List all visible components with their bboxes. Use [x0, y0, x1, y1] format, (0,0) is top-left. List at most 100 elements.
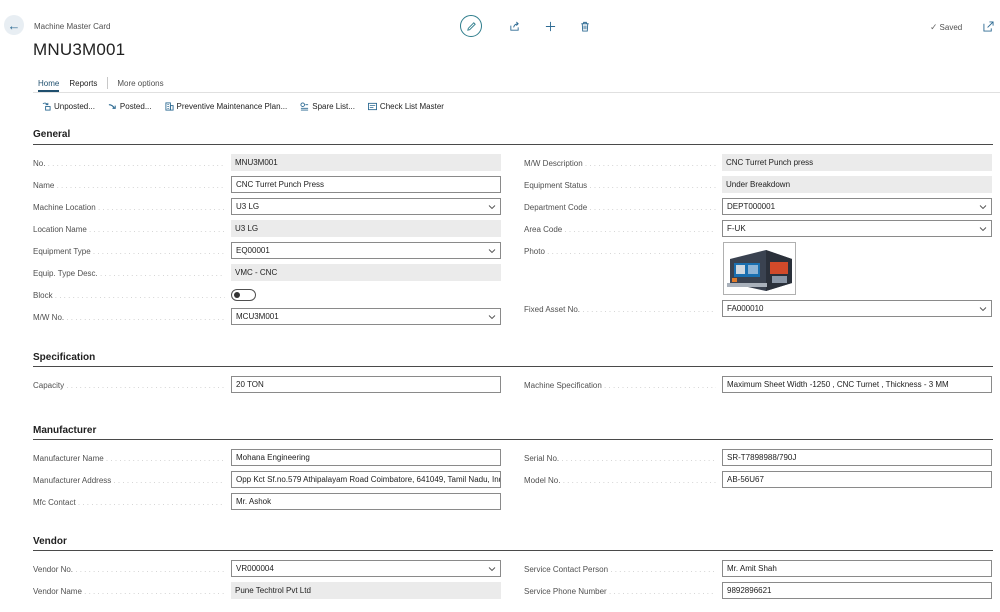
equipment-type-dropdown[interactable]: EQ00001 — [231, 242, 501, 259]
chevron-down-icon — [488, 315, 496, 320]
capacity-field[interactable]: 20 TON — [231, 376, 501, 393]
mfc-contact-field[interactable]: Mr. Ashok — [231, 493, 501, 510]
vendor-no-label: Vendor No. — [33, 565, 225, 574]
service-contact-person-label: Service Contact Person — [524, 565, 716, 574]
area-code-dropdown[interactable]: F-UK — [722, 220, 992, 237]
equip-type-desc-label: Equip. Type Desc. — [33, 269, 225, 278]
area-code-label: Area Code — [524, 225, 716, 234]
vendor-name-label: Vendor Name — [33, 587, 225, 596]
service-phone-number-field[interactable]: 9892896621 — [722, 582, 992, 599]
equipment-type-label: Equipment Type — [33, 247, 225, 256]
popout-icon[interactable] — [983, 21, 994, 32]
new-button[interactable] — [543, 19, 557, 33]
check-icon: ✓ — [930, 22, 938, 32]
mw-description-label: M/W Description — [524, 159, 716, 168]
block-toggle[interactable] — [231, 289, 256, 301]
trash-icon — [581, 21, 589, 32]
name-label: Name — [33, 181, 225, 190]
back-button[interactable]: ← — [4, 15, 24, 35]
manufacturer-name-label: Manufacturer Name — [33, 454, 225, 463]
top-action-bar — [460, 15, 592, 37]
service-phone-number-label: Service Phone Number — [524, 587, 716, 596]
name-field[interactable]: CNC Turret Punch Press — [231, 176, 501, 193]
machine-photo[interactable] — [723, 242, 796, 295]
preventive-maintenance-plan-action[interactable]: Preventive Maintenance Plan... — [164, 101, 287, 111]
section-title-specification: Specification — [33, 352, 96, 363]
serial-no-field[interactable]: SR-T7898988/790J — [722, 449, 992, 466]
model-no-label: Model No. — [524, 476, 716, 485]
vendor-no-dropdown[interactable]: VR000004 — [231, 560, 501, 577]
section-title-manufacturer: Manufacturer — [33, 425, 97, 436]
saved-status: ✓ Saved — [930, 22, 962, 33]
machine-location-label: Machine Location — [33, 203, 225, 212]
chevron-down-icon — [979, 227, 987, 232]
plus-icon — [545, 21, 555, 31]
department-code-dropdown[interactable]: DEPT000001 — [722, 198, 992, 215]
chevron-down-icon — [488, 567, 496, 572]
equipment-status-label: Equipment Status — [524, 181, 716, 190]
manufacturer-address-field[interactable]: Opp Kct Sf.no.579 Athipalayam Road Coimb… — [231, 471, 501, 488]
section-divider — [33, 550, 993, 551]
tabs-divider-line — [33, 92, 1000, 93]
location-name-label: Location Name — [33, 225, 225, 234]
chevron-down-icon — [488, 205, 496, 210]
section-title-general: General — [33, 129, 71, 140]
mw-no-dropdown[interactable]: MCU3M001 — [231, 308, 501, 325]
location-name-field: U3 LG — [231, 220, 501, 237]
delete-button[interactable] — [578, 19, 592, 33]
chevron-down-icon — [488, 249, 496, 254]
tab-more-options[interactable]: More options — [117, 79, 163, 88]
check-list-master-action[interactable]: Check List Master — [367, 102, 444, 111]
mfc-contact-label: Mfc Contact — [33, 498, 225, 507]
edit-button[interactable] — [460, 15, 482, 37]
checklist-icon — [367, 102, 377, 110]
machine-specification-field[interactable]: Maximum Sheet Width -1250 , CNC Turnet ,… — [722, 376, 992, 393]
equipment-status-field: Under Breakdown — [722, 176, 992, 193]
building-icon — [164, 101, 174, 111]
no-label: No. — [33, 159, 225, 168]
section-divider — [33, 439, 993, 440]
tab-reports[interactable]: Reports — [69, 79, 97, 88]
chevron-down-icon — [979, 205, 987, 210]
share-button[interactable] — [507, 19, 521, 33]
chevron-down-icon — [979, 307, 987, 312]
spare-list-action[interactable]: Spare List... — [300, 102, 355, 111]
manufacturer-name-field[interactable]: Mohana Engineering — [231, 449, 501, 466]
action-bar: Unposted... Posted... Preventive Mainten… — [42, 100, 457, 112]
photo-label: Photo — [524, 247, 716, 256]
equip-type-desc-field: VMC - CNC — [231, 264, 501, 281]
section-title-vendor: Vendor — [33, 536, 67, 547]
machine-image — [724, 243, 795, 294]
back-arrow-icon: ← — [7, 17, 21, 33]
pencil-icon — [466, 21, 476, 31]
mw-description-field: CNC Turret Punch press — [722, 154, 992, 171]
saved-label: Saved — [939, 23, 963, 32]
toggle-knob — [234, 292, 240, 298]
action-tabs: Home Reports More options — [38, 76, 174, 92]
share-icon — [509, 21, 519, 31]
tab-home[interactable]: Home — [38, 79, 60, 92]
page-title: MNU3M001 — [33, 40, 126, 59]
arrow-right-icon — [108, 103, 116, 109]
serial-no-label: Serial No. — [524, 454, 716, 463]
service-contact-person-field[interactable]: Mr. Amit Shah — [722, 560, 992, 577]
mw-no-label: M/W No. — [33, 313, 225, 322]
tab-divider — [107, 77, 109, 89]
section-divider — [33, 144, 993, 145]
fixed-asset-no-dropdown[interactable]: FA000010 — [722, 300, 992, 317]
unposted-action[interactable]: Unposted... — [42, 102, 95, 111]
fixed-asset-no-label: Fixed Asset No. — [524, 305, 716, 314]
department-code-label: Department Code — [524, 203, 716, 212]
manufacturer-address-label: Manufacturer Address — [33, 476, 225, 485]
page-caption: Machine Master Card — [34, 22, 111, 31]
section-divider — [33, 366, 993, 367]
document-arrow-icon — [42, 102, 51, 111]
machine-specification-label: Machine Specification — [524, 381, 716, 390]
block-label: Block — [33, 291, 225, 300]
model-no-field[interactable]: AB-56U67 — [722, 471, 992, 488]
no-field: MNU3M001 — [231, 154, 501, 171]
machine-location-dropdown[interactable]: U3 LG — [231, 198, 501, 215]
vendor-name-field: Pune Techtrol Pvt Ltd — [231, 582, 501, 599]
posted-action[interactable]: Posted... — [108, 102, 152, 111]
gear-list-icon — [300, 101, 309, 111]
